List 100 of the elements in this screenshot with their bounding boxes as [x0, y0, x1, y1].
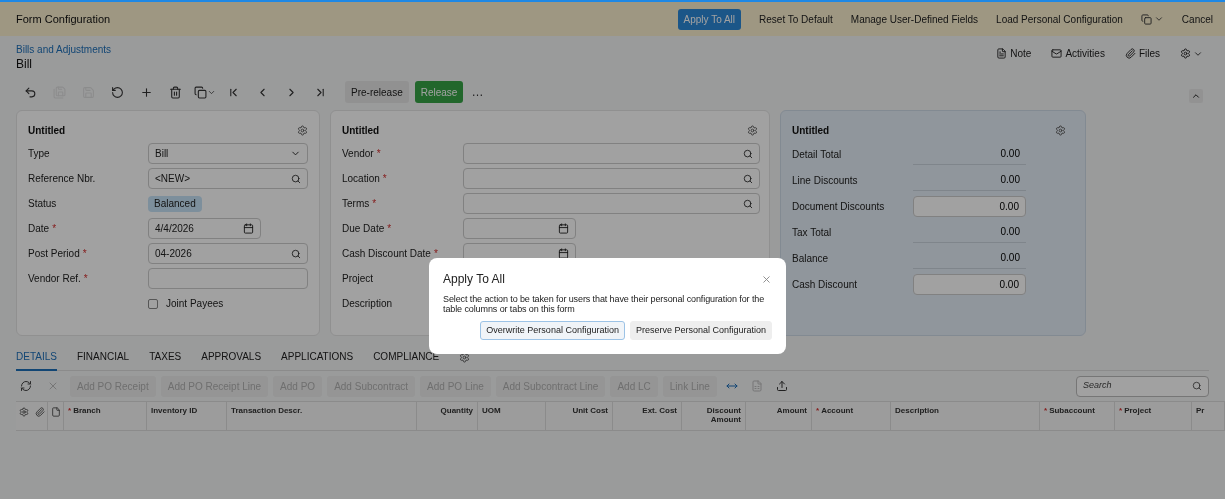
header-link[interactable]: Note: [996, 46, 1032, 61]
tab[interactable]: APPROVALS: [201, 344, 262, 371]
checkbox[interactable]: [148, 298, 158, 309]
settings-icon: [1180, 48, 1191, 59]
tab[interactable]: COMPLIANCE: [373, 344, 440, 371]
total-label: Cash Discount: [792, 277, 859, 292]
lookup-field[interactable]: 04-2026: [148, 243, 308, 264]
pre-release-button[interactable]: Pre-release: [345, 81, 409, 103]
column-header[interactable]: Transaction Descr.: [231, 406, 303, 415]
panel-title: Untitled: [342, 123, 380, 138]
bar-title: Form Configuration: [16, 11, 111, 27]
total-label: Document Discounts: [792, 199, 886, 214]
total-label: Line Discounts: [792, 173, 859, 188]
date-field[interactable]: [463, 218, 576, 239]
refresh-icon[interactable]: [20, 380, 32, 392]
toolbar-button[interactable]: Manage User-Defined Fields: [850, 11, 979, 27]
column-header[interactable]: Ext. Cost: [642, 406, 677, 415]
envelope-icon: [1051, 48, 1063, 59]
amount-value: 0.00: [913, 247, 1026, 269]
lookup-field[interactable]: [463, 168, 760, 189]
select-field[interactable]: Bill: [148, 143, 308, 164]
column-header[interactable]: Quantity: [440, 406, 473, 415]
column-header[interactable]: UOM: [482, 406, 501, 415]
paperclip-icon: [34, 407, 45, 417]
file-icon: [50, 407, 61, 417]
field-label: Due Date: [342, 222, 385, 236]
tab[interactable]: FINANCIAL: [76, 344, 130, 371]
more-button[interactable]: …: [471, 83, 484, 101]
required-mark: *: [382, 172, 387, 186]
search-icon: [1192, 381, 1202, 391]
settings-button[interactable]: [1180, 48, 1203, 59]
settings-icon[interactable]: [459, 352, 471, 363]
column-header[interactable]: Description: [895, 406, 939, 415]
delete-icon: [169, 85, 182, 99]
field-label: Cash Discount Date: [342, 247, 431, 261]
search-icon: [291, 248, 301, 259]
panel-title: Untitled: [28, 123, 66, 138]
toolbar-button[interactable]: Load Personal Configuration: [996, 11, 1123, 27]
chevron-up-icon: [1191, 91, 1201, 101]
lookup-field[interactable]: [463, 143, 760, 164]
calendar-icon: [558, 248, 569, 259]
search-field[interactable]: Search: [1076, 375, 1209, 397]
back-arrow-icon: [24, 85, 37, 99]
calendar-icon: [243, 223, 254, 234]
toolbar-button[interactable]: Cancel: [1181, 11, 1213, 27]
required-mark: *: [376, 147, 381, 161]
required-mark: *: [1044, 406, 1048, 415]
required-mark: *: [52, 222, 57, 236]
column-header[interactable]: Subaccount: [1049, 406, 1095, 415]
column-header[interactable]: Project: [1124, 406, 1152, 415]
amount-value: 0.00: [913, 169, 1026, 191]
column-header[interactable]: Account: [821, 406, 854, 415]
field-label: Location: [342, 172, 380, 186]
amount-field[interactable]: 0.00: [913, 195, 1026, 217]
calendar-icon: [558, 223, 569, 234]
menu-button[interactable]: [1140, 13, 1164, 25]
panel-title: Untitled: [792, 123, 830, 138]
required-mark: *: [1119, 406, 1123, 415]
dialog-button[interactable]: Overwrite Personal Configuration: [480, 321, 625, 340]
header-link[interactable]: Activities: [1051, 46, 1105, 61]
lookup-field[interactable]: [463, 193, 760, 214]
column-header[interactable]: Branch: [73, 406, 101, 415]
dialog-button[interactable]: Preserve Personal Configuration: [629, 321, 772, 340]
tab[interactable]: TAXES: [149, 344, 182, 371]
column-header[interactable]: Pr: [1196, 406, 1205, 415]
header-link[interactable]: Files: [1124, 46, 1160, 61]
tab[interactable]: APPLICATIONS: [281, 344, 354, 371]
amount-field[interactable]: 0.00: [913, 273, 1026, 295]
apply-button[interactable]: Apply To All: [677, 8, 742, 30]
caret-icon: [1153, 14, 1164, 24]
upload-icon[interactable]: [775, 380, 788, 392]
date-field[interactable]: 4/4/2026: [148, 218, 261, 239]
toolbar-button[interactable]: Reset To Default: [759, 11, 833, 27]
dialog-message: Select the action to be taken for users that have their personal configuration for the table columns or tabs on this form: [443, 294, 766, 314]
field-label: Description: [342, 297, 393, 311]
copy-icon: [193, 85, 207, 99]
field-label: Vendor Ref.: [28, 272, 81, 286]
paperclip-icon: [1124, 48, 1136, 59]
close-icon[interactable]: [761, 273, 772, 285]
column-header[interactable]: Inventory ID: [151, 406, 198, 415]
required-mark: *: [82, 247, 87, 261]
field-label: Project: [342, 272, 374, 286]
column-header[interactable]: Amount: [776, 406, 807, 415]
total-label: Detail Total: [792, 147, 843, 162]
breadcrumb-link[interactable]: Bills and Adjustments: [16, 42, 112, 57]
required-mark: *: [83, 272, 88, 286]
search-icon: [291, 173, 301, 184]
undo-icon: [111, 85, 124, 99]
lookup-field[interactable]: <NEW>: [148, 168, 308, 189]
column-header[interactable]: Discount Amount: [686, 406, 741, 424]
page-title: Bill: [16, 57, 33, 71]
field-label: Date: [28, 222, 50, 236]
search-icon: [743, 148, 753, 159]
search-icon: [743, 198, 753, 209]
copy-icon: [1140, 13, 1152, 25]
column-header[interactable]: Unit Cost: [572, 406, 608, 415]
tab[interactable]: DETAILS: [16, 344, 57, 371]
text-field[interactable]: [148, 268, 308, 289]
required-mark: *: [387, 222, 392, 236]
collapse-button[interactable]: [1189, 89, 1203, 103]
